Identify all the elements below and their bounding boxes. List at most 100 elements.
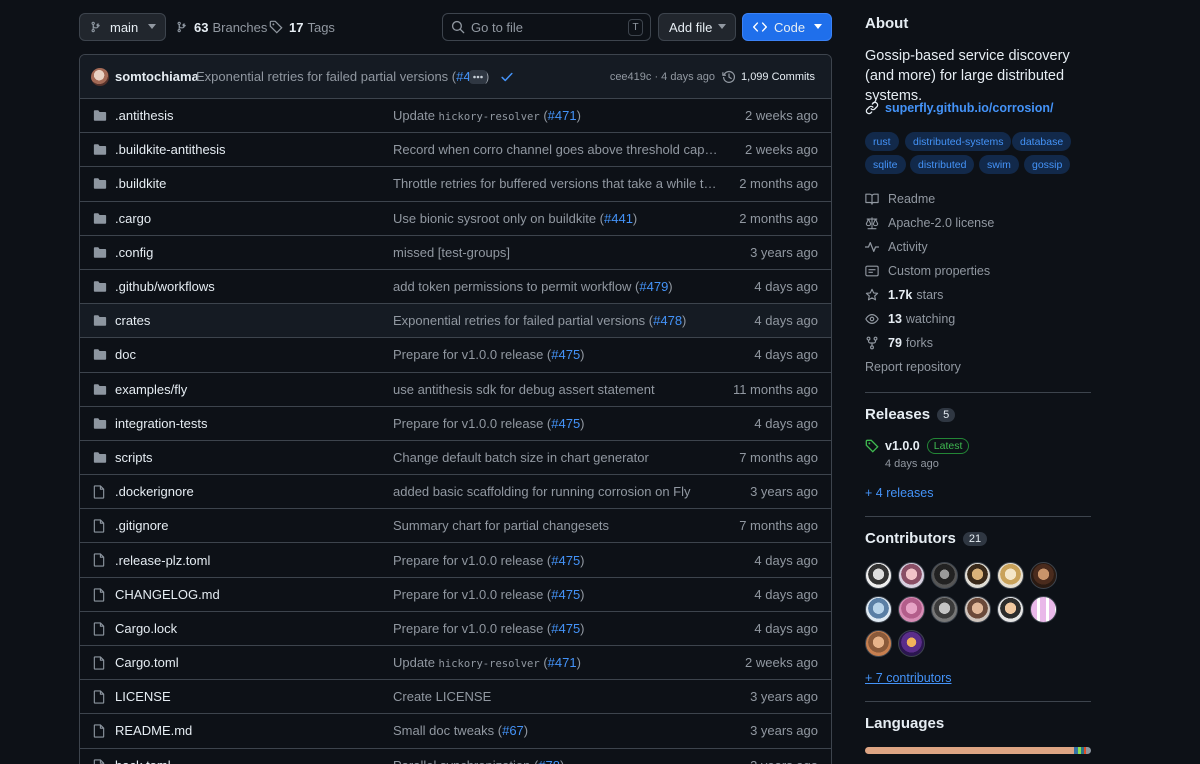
commit-message-link[interactable]: Update hickory-resolver (#471) [393,108,718,123]
file-row[interactable]: integration-tests Prepare for v1.0.0 rele… [80,407,831,441]
commit-pr-link[interactable]: #441 [604,211,633,226]
contributor-avatar[interactable] [931,596,958,623]
commit-author-avatar[interactable] [91,68,109,86]
contributor-avatar[interactable] [1030,596,1057,623]
commit-message-link[interactable]: Throttle retries for buffered versions t… [393,176,718,191]
readme-link[interactable]: Readme [865,190,935,208]
file-row[interactable]: examples/fly use antithesis sdk for debug… [80,373,831,407]
contributor-avatar[interactable] [964,562,991,589]
commit-pr-link[interactable]: #471 [548,655,577,670]
topic-gossip[interactable]: gossip [1024,155,1071,174]
check-icon[interactable] [500,70,514,84]
commit-message-link[interactable]: missed [test-groups] [393,245,718,260]
contributor-avatar[interactable] [898,562,925,589]
forks-link[interactable]: 79 forks [865,334,933,352]
go-to-file-box[interactable]: T [442,13,651,41]
file-row[interactable]: .buildkite Throttle retries for buffered … [80,167,831,202]
commit-pr-link[interactable]: #475 [551,416,580,431]
languages-bar[interactable] [865,747,1091,754]
commit-pr-link[interactable]: #475 [551,587,580,602]
license-link[interactable]: Apache-2.0 license [865,214,994,232]
file-row[interactable]: .github/workflows add token permissions t… [80,270,831,305]
file-row[interactable]: crates Exponential retries for failed par… [80,304,831,339]
contributor-avatar[interactable] [865,562,892,589]
file-name-link[interactable]: back.toml [115,758,171,764]
latest-release[interactable]: v1.0.0 Latest [865,438,970,454]
file-name-link[interactable]: .cargo [115,211,151,226]
file-row[interactable]: .cargo Use bionic sysroot only on buildki… [80,202,831,236]
contributor-avatar[interactable] [898,596,925,623]
file-name-link[interactable]: .dockerignore [115,484,194,499]
file-row[interactable]: back.toml Parallel synchronization (#78) 3… [80,749,831,764]
commit-message-link[interactable]: Prepare for v1.0.0 release (#475) [393,553,718,568]
file-name-link[interactable]: examples/fly [115,382,187,397]
report-repository-link[interactable]: Report repository [865,358,961,376]
contributor-avatar[interactable] [1030,562,1057,589]
file-name-link[interactable]: README.md [115,723,192,738]
commit-pr-link[interactable]: #475 [551,621,580,636]
branches-link[interactable]: 63 Branches [176,13,267,41]
file-row[interactable]: .gitignore Summary chart for partial chan… [80,509,831,544]
file-name-link[interactable]: .config [115,245,153,260]
file-row[interactable]: README.md Small doc tweaks (#67) 3 years a… [80,714,831,749]
file-name-link[interactable]: integration-tests [115,416,208,431]
topic-distributed-systems[interactable]: distributed-systems [905,132,1012,151]
homepage-link[interactable]: superfly.github.io/corrosion/ [865,101,1054,115]
commit-expand-button[interactable] [469,70,487,84]
commit-message-link[interactable]: Prepare for v1.0.0 release (#475) [393,416,718,431]
more-releases-link[interactable]: + 4 releases [865,486,933,500]
commit-message-link[interactable]: Change default batch size in chart gener… [393,450,718,465]
commit-pr-link[interactable]: #478 [653,313,682,328]
file-name-link[interactable]: .release-plz.toml [115,553,210,568]
contributor-avatar[interactable] [997,562,1024,589]
file-name-link[interactable]: CHANGELOG.md [115,587,220,602]
contributor-avatar[interactable] [997,596,1024,623]
file-name-link[interactable]: .gitignore [115,518,168,533]
file-name-link[interactable]: Cargo.toml [115,655,179,670]
commit-message-link[interactable]: Small doc tweaks (#67) [393,723,718,738]
file-row[interactable]: Cargo.lock Prepare for v1.0.0 release (#4… [80,612,831,646]
file-name-link[interactable]: .github/workflows [115,279,215,294]
commit-pr-link[interactable]: #471 [548,108,577,123]
custom-properties-link[interactable]: Custom properties [865,262,990,280]
commit-pr-link[interactable]: #475 [551,553,580,568]
file-row[interactable]: Cargo.toml Update hickory-resolver (#471)… [80,646,831,681]
commit-pr-link[interactable]: #475 [551,347,580,362]
commit-message-link[interactable]: Prepare for v1.0.0 release (#475) [393,587,718,602]
topic-sqlite[interactable]: sqlite [865,155,906,174]
tags-link[interactable]: 17 Tags [269,13,335,41]
code-button[interactable]: Code [742,13,832,41]
commit-message-link[interactable]: added basic scaffolding for running corr… [393,484,718,499]
topic-rust[interactable]: rust [865,132,899,151]
commit-message-link[interactable]: Record when corro channel goes above thr… [393,142,718,157]
commit-message-link[interactable]: Summary chart for partial changesets [393,518,718,533]
contributor-avatar[interactable] [964,596,991,623]
file-row[interactable]: LICENSE Create LICENSE 3 years ago [80,680,831,715]
commit-message-link[interactable]: Prepare for v1.0.0 release (#475) [393,347,718,362]
file-row[interactable]: .dockerignore added basic scaffolding for… [80,475,831,510]
contributors-heading[interactable]: Contributors 21 [865,530,988,547]
commit-message[interactable]: Exponential retries for failed partial v… [196,69,489,84]
file-row[interactable]: .antithesis Update hickory-resolver (#471… [80,99,831,134]
contributor-avatar[interactable] [865,596,892,623]
file-row[interactable]: .release-plz.toml Prepare for v1.0.0 rele… [80,543,831,578]
commit-message-link[interactable]: Parallel synchronization (#78) [393,758,718,764]
contributor-avatar[interactable] [898,630,925,657]
commit-message-link[interactable]: use antithesis sdk for debug assert stat… [393,382,718,397]
watching-link[interactable]: 13 watching [865,310,955,328]
activity-link[interactable]: Activity [865,238,928,256]
commit-message-link[interactable]: Prepare for v1.0.0 release (#475) [393,621,718,636]
commit-message-link[interactable]: Exponential retries for failed partial v… [393,313,718,328]
commit-message-link[interactable]: Update hickory-resolver (#471) [393,655,718,670]
commit-pr-link[interactable]: #479 [639,279,668,294]
file-name-link[interactable]: scripts [115,450,153,465]
commit-pr-link[interactable]: #67 [502,723,524,738]
file-name-link[interactable]: .buildkite [115,176,166,191]
commit-message-link[interactable]: Create LICENSE [393,689,718,704]
topic-database[interactable]: database [1012,132,1072,151]
file-row[interactable]: .config missed [test-groups] 3 years ago [80,236,831,270]
topic-swim[interactable]: swim [979,155,1019,174]
topic-distributed[interactable]: distributed [910,155,975,174]
go-to-file-input[interactable] [471,19,611,35]
file-row[interactable]: CHANGELOG.md Prepare for v1.0.0 release (… [80,578,831,612]
